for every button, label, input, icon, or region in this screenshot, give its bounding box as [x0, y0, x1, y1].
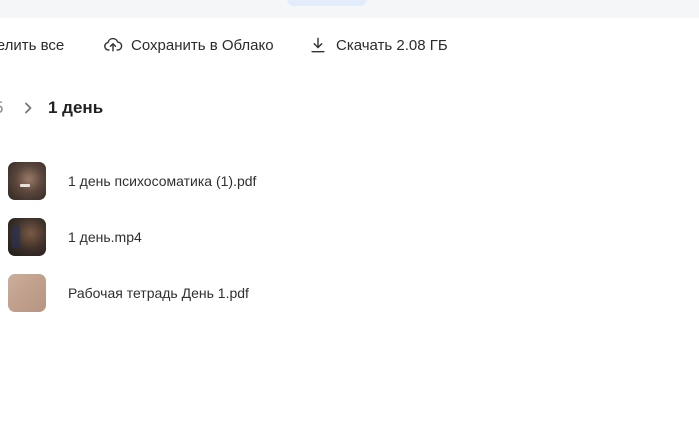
file-name: 1 день.mp4 [68, 229, 142, 245]
toolbar: делить все Сохранить в Облако Скачать 2.… [0, 30, 699, 60]
breadcrumb-current: 1 день [48, 98, 104, 117]
save-to-cloud-button[interactable]: Сохранить в Облако [103, 30, 274, 60]
breadcrumb-previous[interactable]: 5 [0, 98, 3, 118]
save-to-cloud-label: Сохранить в Облако [131, 36, 274, 54]
file-row[interactable]: 1 день.mp4 [0, 212, 699, 262]
file-name: 1 день психосоматика (1).pdf [68, 173, 257, 189]
top-header-strip [0, 0, 699, 18]
file-thumbnail [8, 218, 46, 256]
active-tab-indicator[interactable] [287, 0, 367, 6]
file-name: Рабочая тетрадь День 1.pdf [68, 285, 249, 301]
download-label: Скачать 2.08 ГБ [336, 36, 448, 54]
file-thumbnail [8, 274, 46, 312]
file-thumbnail [8, 162, 46, 200]
select-all-button[interactable]: делить все [0, 30, 64, 60]
chevron-right-icon [25, 102, 32, 114]
file-row[interactable]: 1 день психосоматика (1).pdf [0, 156, 699, 206]
cloud-upload-icon [104, 37, 123, 52]
download-icon [311, 37, 325, 53]
download-button[interactable]: Скачать 2.08 ГБ [308, 30, 448, 60]
select-all-label: делить все [0, 36, 65, 54]
file-row[interactable]: Рабочая тетрадь День 1.pdf [0, 268, 699, 318]
